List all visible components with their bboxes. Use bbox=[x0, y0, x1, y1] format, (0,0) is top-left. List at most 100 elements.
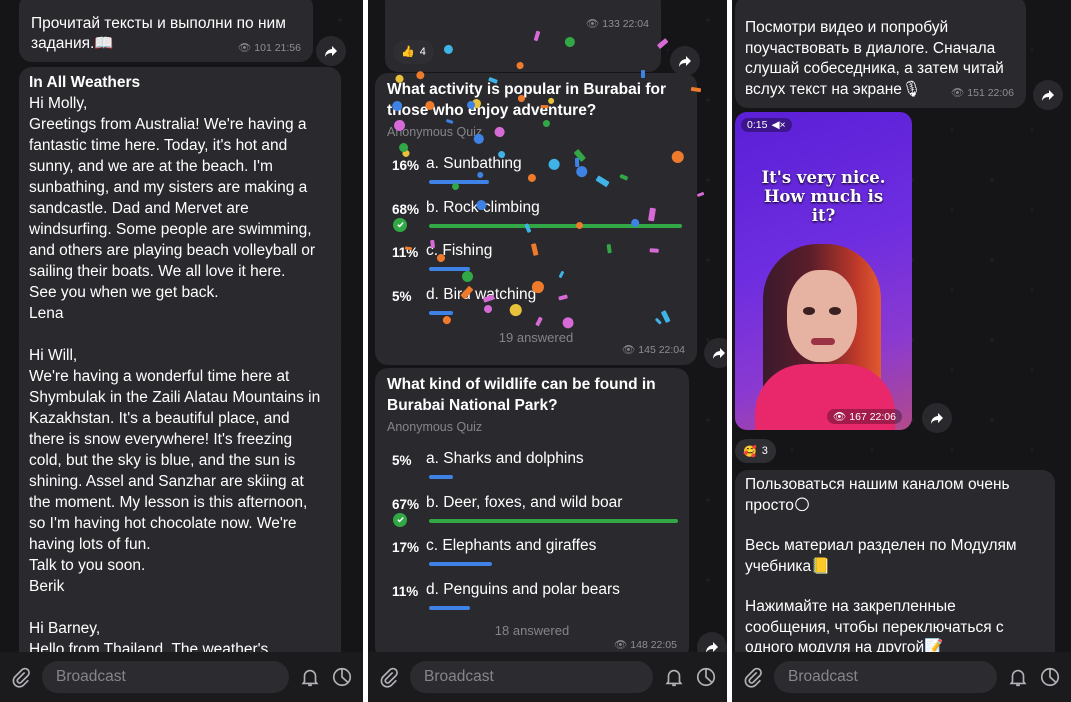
letter-line: sailing their boats. We all love it here… bbox=[29, 263, 286, 280]
reaction-chip[interactable]: 👍 4 bbox=[393, 40, 434, 64]
quiz-kind: Anonymous Quiz bbox=[387, 420, 483, 434]
letter-title: In All Weathers bbox=[29, 74, 141, 91]
letter-line: so I'm having hot chocolate now. We're bbox=[29, 515, 297, 532]
letter-line: Lena bbox=[29, 305, 64, 322]
broadcast-input[interactable]: Broadcast bbox=[410, 661, 653, 693]
quiz-question: What activity is popular in Burabai for … bbox=[387, 81, 667, 119]
quiz-option[interactable]: 17% c. Elephants and giraffes bbox=[392, 537, 675, 577]
quiz-question: What kind of wildlife can be found in Bu… bbox=[387, 376, 656, 414]
reaction-emoji: 🥰 bbox=[743, 445, 757, 458]
forward-button[interactable] bbox=[704, 338, 727, 368]
bell-icon[interactable] bbox=[1007, 666, 1029, 688]
reaction-emoji: 👍 bbox=[401, 45, 415, 58]
reaction-chip[interactable]: 🥰 3 bbox=[735, 439, 776, 463]
confetti-piece bbox=[430, 239, 435, 249]
video-duration: 0:15 ◀× bbox=[741, 118, 792, 132]
letter-line: Shymbulak in the Zaili Alatau Mountains … bbox=[29, 389, 321, 406]
confetti-piece bbox=[542, 119, 550, 127]
quiz-option[interactable]: 68% b. Rock climbing bbox=[392, 199, 683, 239]
broadcast-input[interactable]: Broadcast bbox=[42, 661, 289, 693]
quiz-option[interactable]: 16% a. Sunbathing bbox=[392, 155, 683, 195]
message-bubble-top[interactable]: 👁 133 22:04 👍 4 bbox=[385, 0, 661, 72]
message-meta: 👁 167 22:06 bbox=[827, 409, 902, 424]
bell-icon[interactable] bbox=[663, 666, 685, 688]
letter-line: the moment. My lesson is this afternoon, bbox=[29, 494, 308, 511]
quiz-bubble[interactable]: What kind of wildlife can be found in Bu… bbox=[375, 368, 689, 660]
option-result-bar bbox=[429, 562, 492, 566]
channel-panel-quizzes: 👁 133 22:04 👍 4 What activity is popular… bbox=[368, 0, 727, 702]
forward-button[interactable] bbox=[670, 46, 700, 76]
option-result-bar bbox=[429, 180, 489, 184]
option-percent: 11% bbox=[392, 583, 419, 599]
option-label: a. Sunbathing bbox=[426, 155, 522, 172]
quiz-option[interactable]: 5% a. Sharks and dolphins bbox=[392, 450, 675, 490]
letter-line: Talk to you soon. bbox=[29, 557, 146, 574]
message-meta: 👁 145 22:04 bbox=[622, 344, 685, 356]
message-meta: 👁 151 22:06 bbox=[951, 86, 1014, 99]
broadcast-input[interactable]: Broadcast bbox=[774, 661, 997, 693]
message-meta: 👁 133 22:04 bbox=[586, 18, 649, 30]
option-result-bar bbox=[429, 605, 470, 610]
timer-icon[interactable] bbox=[695, 666, 717, 688]
reaction-count: 3 bbox=[761, 445, 768, 457]
timer-icon[interactable] bbox=[331, 666, 353, 688]
quiz-option[interactable]: 11% d. Penguins and polar bears bbox=[392, 581, 675, 621]
timer-icon[interactable] bbox=[1039, 666, 1061, 688]
message-bubble[interactable]: Прочитай тексты и выполни по ним задания… bbox=[19, 0, 313, 62]
letter-molly: Hi Molly, Greetings from Australia! We're… bbox=[29, 93, 331, 324]
option-label: c. Elephants and giraffes bbox=[426, 537, 597, 554]
letter-line: sunny, and we are at the beach. I'm bbox=[29, 158, 273, 175]
forward-button[interactable] bbox=[1033, 80, 1063, 110]
forward-button[interactable] bbox=[316, 36, 346, 66]
forward-icon bbox=[679, 56, 691, 67]
option-label: b. Deer, foxes, and wild boar bbox=[426, 493, 623, 511]
option-percent: 5% bbox=[392, 453, 412, 468]
video-message[interactable]: 0:15 ◀× It's very nice. How much is it? 👁… bbox=[735, 112, 912, 430]
reaction-count: 4 bbox=[419, 45, 426, 58]
mute-icon[interactable]: ◀× bbox=[771, 119, 785, 131]
confetti-piece bbox=[541, 104, 549, 109]
option-percent: 67% bbox=[392, 496, 420, 512]
info-paragraph: Нажимайте на закрепленные сообщения, что… bbox=[745, 598, 1004, 656]
attach-icon[interactable] bbox=[742, 666, 764, 688]
letter-line: having lots of fun. bbox=[29, 536, 151, 553]
letter-line: fantastic time here. Today, it's hot and bbox=[29, 137, 288, 154]
forward-icon bbox=[713, 348, 725, 359]
message-bubble-info[interactable]: Пользоваться нашим каналом очень просто🌕… bbox=[735, 470, 1055, 670]
message-meta: 👁 101 21:56 bbox=[238, 42, 301, 54]
composer-bar: Broadcast bbox=[732, 652, 1071, 702]
option-label: a. Sharks and dolphins bbox=[426, 450, 584, 467]
option-percent: 5% bbox=[392, 288, 412, 304]
letter-line: Greetings from Australia! We're having a bbox=[29, 116, 307, 133]
option-percent: 68% bbox=[392, 201, 420, 217]
confetti-piece bbox=[517, 94, 525, 102]
option-result-bar bbox=[429, 223, 682, 228]
message-bubble-letters[interactable]: In All Weathers Hi Molly, Greetings from … bbox=[19, 67, 341, 667]
correct-check-icon bbox=[393, 512, 407, 527]
letter-line: and others are playing beach volleyball … bbox=[29, 242, 316, 259]
confetti-piece bbox=[649, 247, 660, 253]
letter-will: Hi Will, We're having a wonderful time he… bbox=[29, 345, 331, 597]
letter-line: We're having a wonderful time here at bbox=[29, 368, 290, 385]
letter-line: sandcastle. Dad and Mervet are bbox=[29, 200, 249, 217]
message-bubble[interactable]: Посмотри видео и попробуй поучаствовать … bbox=[735, 0, 1026, 108]
attach-icon[interactable] bbox=[378, 666, 400, 688]
attach-icon[interactable] bbox=[10, 666, 32, 688]
letter-line: there is snow everywhere! It's freezing bbox=[29, 431, 293, 448]
option-percent: 16% bbox=[392, 158, 420, 173]
bell-icon[interactable] bbox=[299, 666, 321, 688]
option-label: d. Bird watching bbox=[426, 285, 537, 303]
confetti-piece bbox=[640, 69, 645, 79]
option-percent: 11% bbox=[392, 245, 419, 260]
letter-line: Hi Molly, bbox=[29, 95, 88, 112]
quiz-option[interactable]: 67% b. Deer, foxes, and wild boar bbox=[392, 493, 678, 534]
option-percent: 17% bbox=[392, 540, 420, 555]
letter-line: See you when we get back. bbox=[29, 284, 219, 301]
info-paragraph: Весь материал разделен по Модулям учебни… bbox=[745, 537, 1017, 575]
option-result-bar bbox=[429, 518, 678, 523]
forward-button[interactable] bbox=[922, 403, 952, 433]
quiz-option[interactable]: 11% c. Fishing bbox=[392, 242, 683, 282]
letter-line: cold, but the sky is blue, and the sun i… bbox=[29, 452, 296, 469]
letter-line: sunbathing, and my sisters are making a bbox=[29, 179, 308, 196]
forward-icon bbox=[325, 46, 337, 57]
